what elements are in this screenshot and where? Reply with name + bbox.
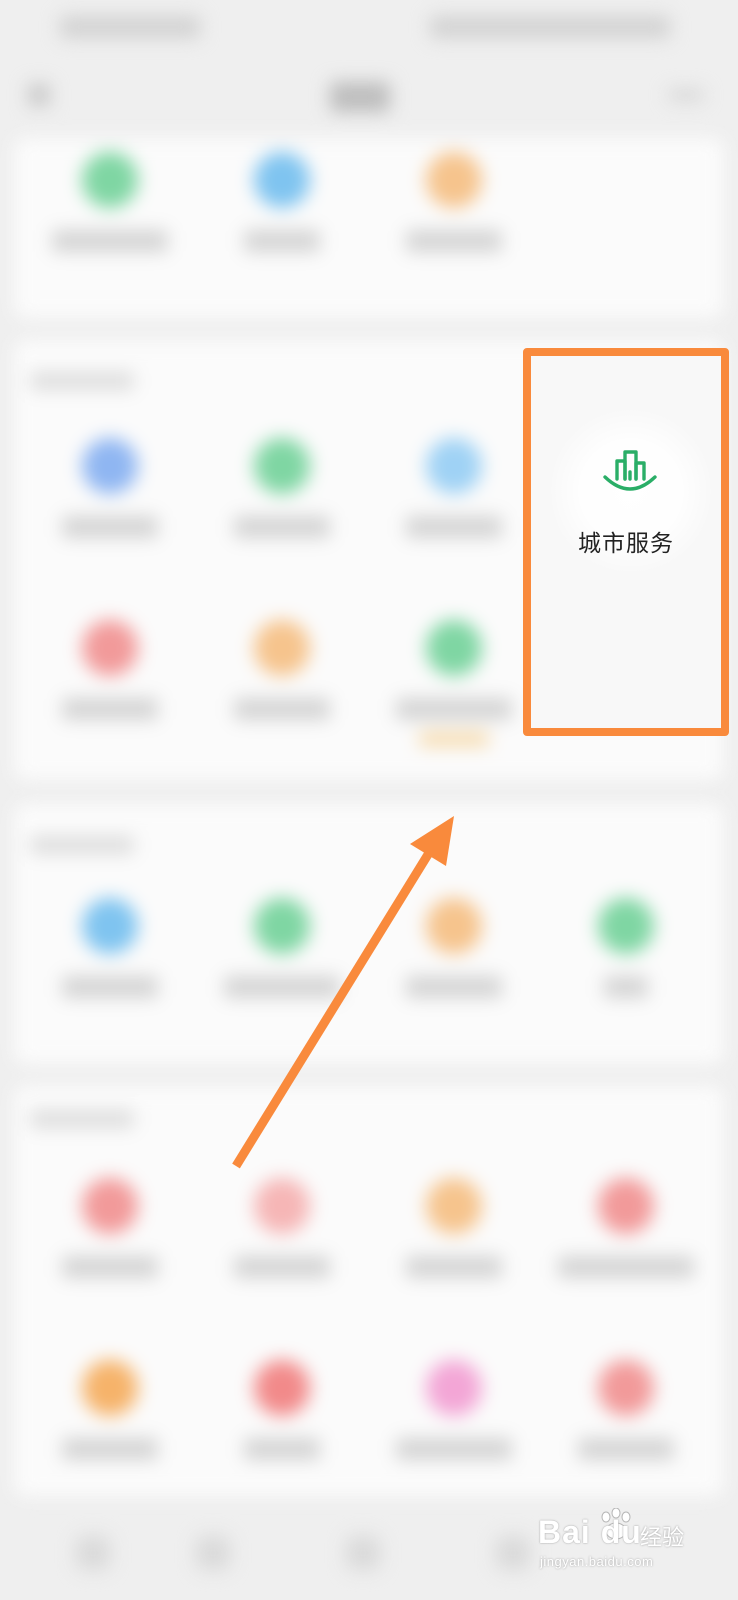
watermark-brand: Bai du (538, 1514, 642, 1550)
watermark-url: jingyan.baidu.com (540, 1554, 654, 1569)
watermark-suffix: 经验 (640, 1525, 685, 1550)
pointer-arrow (232, 816, 454, 1169)
baidu-watermark: Bai du 经验 jingyan.baidu.com (538, 1508, 698, 1570)
